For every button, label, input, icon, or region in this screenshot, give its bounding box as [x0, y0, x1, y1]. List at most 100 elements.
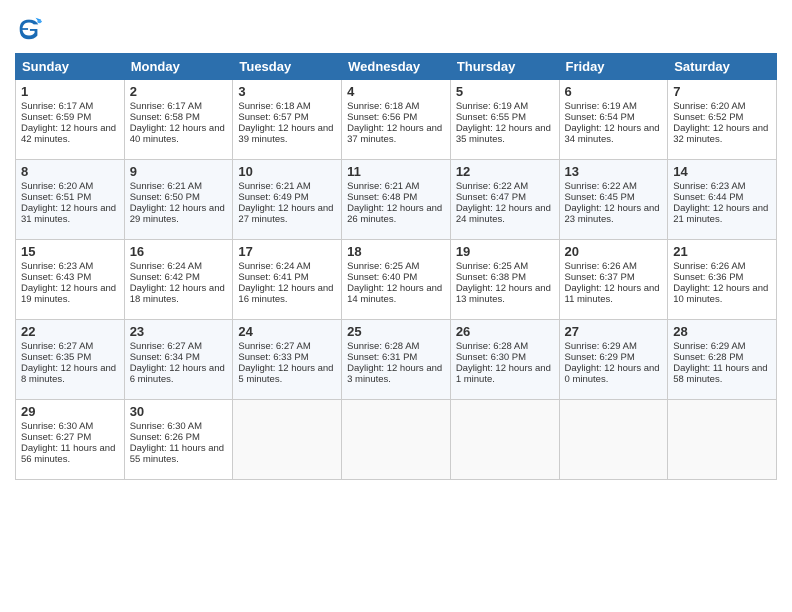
- daylight-text: Daylight: 12 hours and 13 minutes.: [456, 283, 551, 305]
- daylight-text: Daylight: 12 hours and 5 minutes.: [238, 363, 333, 385]
- sunset-text: Sunset: 6:33 PM: [238, 352, 308, 363]
- sunrise-text: Sunrise: 6:21 AM: [347, 181, 419, 192]
- calendar-day-cell: 18Sunrise: 6:25 AMSunset: 6:40 PMDayligh…: [342, 240, 451, 320]
- sunset-text: Sunset: 6:58 PM: [130, 112, 200, 123]
- day-number: 1: [21, 84, 119, 99]
- day-number: 23: [130, 324, 228, 339]
- calendar-day-header: Saturday: [668, 54, 777, 80]
- sunrise-text: Sunrise: 6:20 AM: [21, 181, 93, 192]
- day-number: 20: [565, 244, 663, 259]
- daylight-text: Daylight: 12 hours and 29 minutes.: [130, 203, 225, 225]
- calendar-day-cell: [450, 400, 559, 480]
- calendar-day-cell: 3Sunrise: 6:18 AMSunset: 6:57 PMDaylight…: [233, 80, 342, 160]
- calendar-day-cell: 1 Sunrise: 6:17 AMSunset: 6:59 PMDaylight…: [16, 80, 125, 160]
- day-number: 28: [673, 324, 771, 339]
- sunrise-text: Sunrise: 6:27 AM: [130, 341, 202, 352]
- sunset-text: Sunset: 6:55 PM: [456, 112, 526, 123]
- calendar-day-cell: 16Sunrise: 6:24 AMSunset: 6:42 PMDayligh…: [124, 240, 233, 320]
- sunset-text: Sunset: 6:52 PM: [673, 112, 743, 123]
- daylight-text: Daylight: 12 hours and 27 minutes.: [238, 203, 333, 225]
- day-number: 8: [21, 164, 119, 179]
- header: [15, 15, 777, 43]
- day-number: 21: [673, 244, 771, 259]
- sunset-text: Sunset: 6:41 PM: [238, 272, 308, 283]
- daylight-text: Daylight: 12 hours and 35 minutes.: [456, 123, 551, 145]
- sunrise-text: Sunrise: 6:22 AM: [456, 181, 528, 192]
- day-number: 16: [130, 244, 228, 259]
- daylight-text: Daylight: 12 hours and 11 minutes.: [565, 283, 660, 305]
- calendar-day-cell: 7Sunrise: 6:20 AMSunset: 6:52 PMDaylight…: [668, 80, 777, 160]
- sunrise-text: Sunrise: 6:29 AM: [565, 341, 637, 352]
- sunrise-text: Sunrise: 6:26 AM: [565, 261, 637, 272]
- daylight-text: Daylight: 11 hours and 55 minutes.: [130, 443, 224, 465]
- day-number: 4: [347, 84, 445, 99]
- calendar-day-cell: 27Sunrise: 6:29 AMSunset: 6:29 PMDayligh…: [559, 320, 668, 400]
- sunrise-text: Sunrise: 6:25 AM: [456, 261, 528, 272]
- sunrise-text: Sunrise: 6:29 AM: [673, 341, 745, 352]
- sunset-text: Sunset: 6:38 PM: [456, 272, 526, 283]
- calendar-header-row: SundayMondayTuesdayWednesdayThursdayFrid…: [16, 54, 777, 80]
- daylight-text: Daylight: 12 hours and 1 minute.: [456, 363, 551, 385]
- day-number: 26: [456, 324, 554, 339]
- daylight-text: Daylight: 12 hours and 42 minutes.: [21, 123, 116, 145]
- calendar-day-cell: 8 Sunrise: 6:20 AMSunset: 6:51 PMDaylight…: [16, 160, 125, 240]
- daylight-text: Daylight: 12 hours and 8 minutes.: [21, 363, 116, 385]
- daylight-text: Daylight: 12 hours and 40 minutes.: [130, 123, 225, 145]
- sunrise-text: Sunrise: 6:21 AM: [130, 181, 202, 192]
- sunset-text: Sunset: 6:59 PM: [21, 112, 91, 123]
- sunset-text: Sunset: 6:43 PM: [21, 272, 91, 283]
- daylight-text: Daylight: 12 hours and 18 minutes.: [130, 283, 225, 305]
- day-number: 30: [130, 404, 228, 419]
- calendar-day-cell: [233, 400, 342, 480]
- logo-icon: [15, 15, 43, 43]
- calendar-day-cell: 28Sunrise: 6:29 AMSunset: 6:28 PMDayligh…: [668, 320, 777, 400]
- day-number: 24: [238, 324, 336, 339]
- calendar-day-cell: 26Sunrise: 6:28 AMSunset: 6:30 PMDayligh…: [450, 320, 559, 400]
- calendar-day-cell: 12Sunrise: 6:22 AMSunset: 6:47 PMDayligh…: [450, 160, 559, 240]
- sunset-text: Sunset: 6:48 PM: [347, 192, 417, 203]
- day-number: 2: [130, 84, 228, 99]
- logo: [15, 15, 47, 43]
- sunset-text: Sunset: 6:29 PM: [565, 352, 635, 363]
- calendar-day-cell: 17Sunrise: 6:24 AMSunset: 6:41 PMDayligh…: [233, 240, 342, 320]
- sunrise-text: Sunrise: 6:30 AM: [130, 421, 202, 432]
- sunrise-text: Sunrise: 6:30 AM: [21, 421, 93, 432]
- sunset-text: Sunset: 6:56 PM: [347, 112, 417, 123]
- calendar-day-cell: 11Sunrise: 6:21 AMSunset: 6:48 PMDayligh…: [342, 160, 451, 240]
- daylight-text: Daylight: 12 hours and 23 minutes.: [565, 203, 660, 225]
- day-number: 11: [347, 164, 445, 179]
- sunset-text: Sunset: 6:34 PM: [130, 352, 200, 363]
- daylight-text: Daylight: 12 hours and 6 minutes.: [130, 363, 225, 385]
- sunset-text: Sunset: 6:42 PM: [130, 272, 200, 283]
- calendar-day-cell: [559, 400, 668, 480]
- day-number: 13: [565, 164, 663, 179]
- daylight-text: Daylight: 12 hours and 31 minutes.: [21, 203, 116, 225]
- calendar-day-cell: 4Sunrise: 6:18 AMSunset: 6:56 PMDaylight…: [342, 80, 451, 160]
- sunset-text: Sunset: 6:37 PM: [565, 272, 635, 283]
- calendar-day-cell: 24Sunrise: 6:27 AMSunset: 6:33 PMDayligh…: [233, 320, 342, 400]
- sunrise-text: Sunrise: 6:17 AM: [21, 101, 93, 112]
- calendar-day-header: Monday: [124, 54, 233, 80]
- sunrise-text: Sunrise: 6:21 AM: [238, 181, 310, 192]
- sunrise-text: Sunrise: 6:20 AM: [673, 101, 745, 112]
- day-number: 17: [238, 244, 336, 259]
- sunrise-text: Sunrise: 6:17 AM: [130, 101, 202, 112]
- day-number: 25: [347, 324, 445, 339]
- daylight-text: Daylight: 12 hours and 10 minutes.: [673, 283, 768, 305]
- sunset-text: Sunset: 6:26 PM: [130, 432, 200, 443]
- sunset-text: Sunset: 6:57 PM: [238, 112, 308, 123]
- day-number: 5: [456, 84, 554, 99]
- day-number: 18: [347, 244, 445, 259]
- day-number: 9: [130, 164, 228, 179]
- sunrise-text: Sunrise: 6:28 AM: [456, 341, 528, 352]
- sunset-text: Sunset: 6:40 PM: [347, 272, 417, 283]
- calendar-day-cell: 19Sunrise: 6:25 AMSunset: 6:38 PMDayligh…: [450, 240, 559, 320]
- calendar-day-cell: 29Sunrise: 6:30 AMSunset: 6:27 PMDayligh…: [16, 400, 125, 480]
- calendar-week-row: 8Sunrise: 6:20 AMSunset: 6:51 PMDaylight…: [16, 160, 777, 240]
- calendar-day-cell: 20 Sunrise: 6:26 AMSunset: 6:37 PMDayligh…: [559, 240, 668, 320]
- sunset-text: Sunset: 6:51 PM: [21, 192, 91, 203]
- sunset-text: Sunset: 6:35 PM: [21, 352, 91, 363]
- sunset-text: Sunset: 6:50 PM: [130, 192, 200, 203]
- daylight-text: Daylight: 12 hours and 24 minutes.: [456, 203, 551, 225]
- calendar-day-cell: [668, 400, 777, 480]
